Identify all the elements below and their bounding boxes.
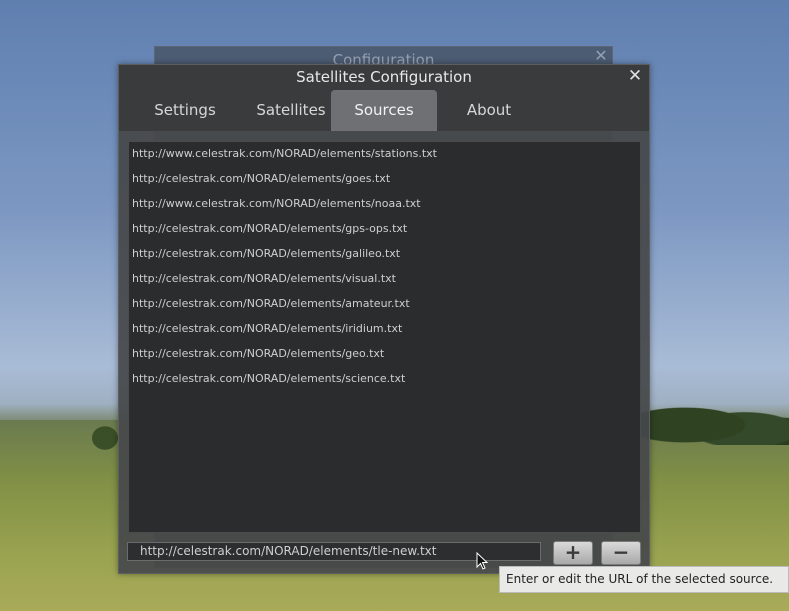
- tab-settings[interactable]: Settings: [129, 90, 241, 131]
- satellites-config-dialog: Satellites Configuration ✕ Settings Sate…: [118, 64, 650, 574]
- source-item[interactable]: http://www.celestrak.com/NORAD/elements/…: [129, 192, 640, 217]
- source-item[interactable]: http://www.celestrak.com/NORAD/elements/…: [129, 142, 640, 167]
- source-item[interactable]: http://celestrak.com/NORAD/elements/gali…: [129, 242, 640, 267]
- source-item[interactable]: http://celestrak.com/NORAD/elements/geo.…: [129, 342, 640, 367]
- source-item[interactable]: http://celestrak.com/NORAD/elements/gps-…: [129, 217, 640, 242]
- trees-right: [640, 395, 789, 445]
- source-item[interactable]: http://celestrak.com/NORAD/elements/irid…: [129, 317, 640, 342]
- sources-list[interactable]: http://www.celestrak.com/NORAD/elements/…: [128, 141, 641, 533]
- dialog-title: Satellites Configuration: [296, 68, 472, 86]
- background-close-icon[interactable]: ✕: [594, 48, 608, 64]
- close-icon[interactable]: ✕: [626, 67, 644, 85]
- source-item[interactable]: http://celestrak.com/NORAD/elements/visu…: [129, 267, 640, 292]
- remove-source-button[interactable]: −: [601, 541, 641, 565]
- add-source-button[interactable]: +: [553, 541, 593, 565]
- tab-sources[interactable]: Sources: [331, 90, 437, 131]
- tab-about[interactable]: About: [437, 90, 541, 131]
- tab-bar: Settings Satellites Sources About: [119, 89, 649, 131]
- source-item[interactable]: http://celestrak.com/NORAD/elements/amat…: [129, 292, 640, 317]
- mouse-cursor-icon: [476, 552, 488, 570]
- source-item[interactable]: http://celestrak.com/NORAD/elements/scie…: [129, 367, 640, 392]
- url-tooltip: Enter or edit the URL of the selected so…: [499, 566, 789, 593]
- dialog-titlebar[interactable]: Satellites Configuration ✕: [119, 65, 649, 89]
- source-item[interactable]: http://celestrak.com/NORAD/elements/goes…: [129, 167, 640, 192]
